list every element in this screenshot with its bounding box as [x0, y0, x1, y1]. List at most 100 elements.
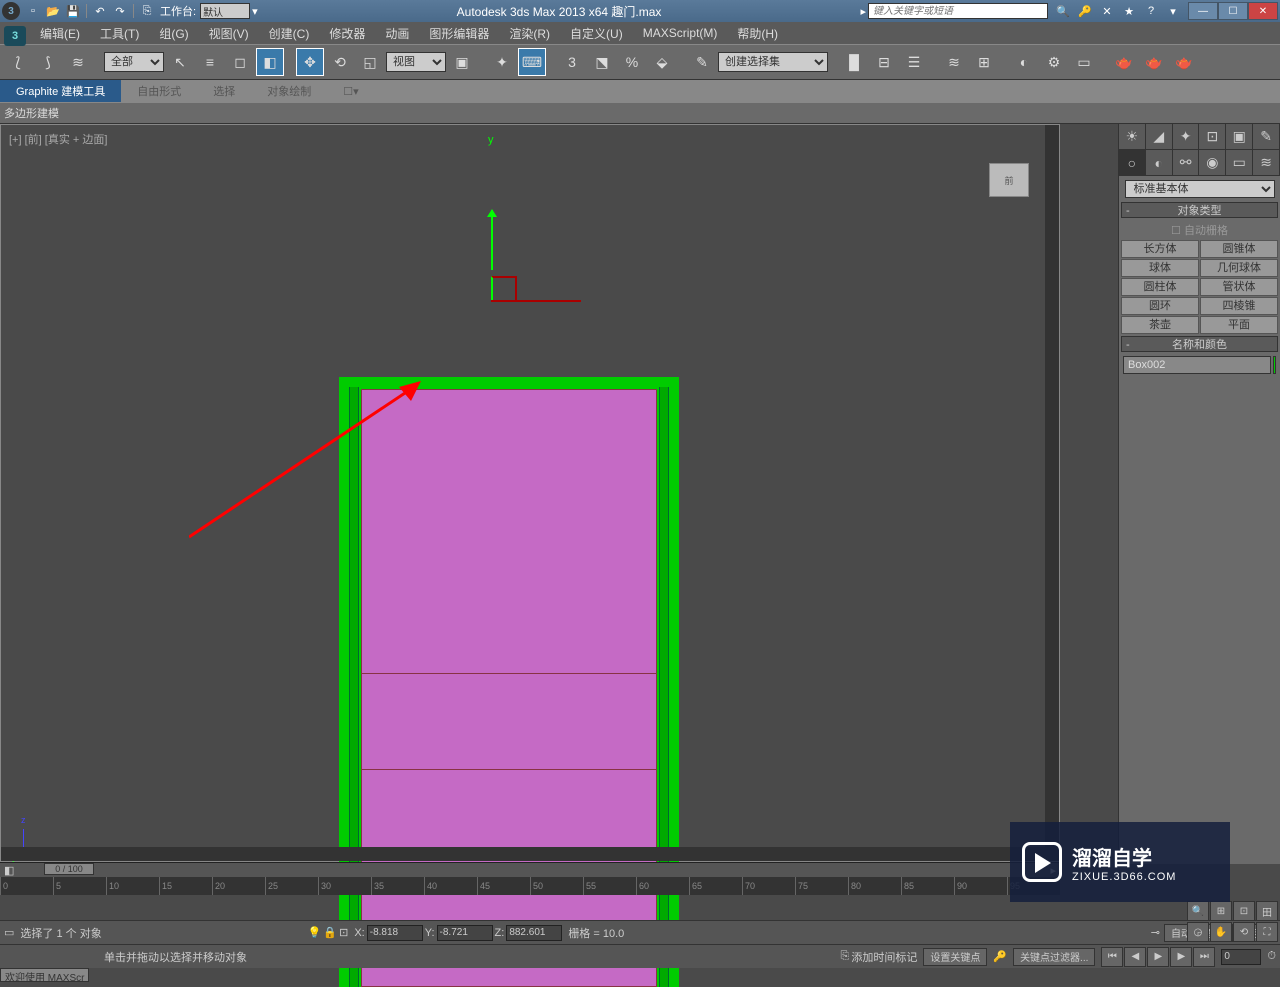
menu-modifiers[interactable]: 修改器 [319, 22, 375, 45]
render-setup-icon[interactable]: ⚙ [1040, 48, 1068, 76]
app-logo-icon[interactable]: 3 [2, 2, 20, 20]
gizmo-y-axis[interactable]: y [491, 210, 493, 270]
keymode-icon[interactable]: ⊸ [1151, 926, 1160, 939]
percent-snap-icon[interactable]: % [618, 48, 646, 76]
maxscript-mini-icon[interactable]: ▭ [4, 926, 14, 939]
menu-edit[interactable]: 编辑(E) [30, 22, 90, 45]
link-icon[interactable]: ⎘ [138, 2, 156, 20]
help-icon[interactable]: ? [1142, 2, 1160, 20]
schematic-view-icon[interactable]: ⊞ [970, 48, 998, 76]
zoom-all-icon[interactable]: ⊞ [1210, 901, 1232, 921]
unlink-icon[interactable]: ⟆ [34, 48, 62, 76]
plane-button[interactable]: 平面 [1200, 316, 1278, 334]
cone-button[interactable]: 圆锥体 [1200, 240, 1278, 258]
pyramid-button[interactable]: 四棱锥 [1200, 297, 1278, 315]
render-last-icon[interactable]: 🫖 [1170, 48, 1198, 76]
x-coord-input[interactable] [367, 925, 423, 941]
named-selection-dropdown[interactable]: 创建选择集 [718, 52, 828, 72]
save-icon[interactable]: 💾 [64, 2, 82, 20]
redo-icon[interactable]: ↷ [111, 2, 129, 20]
modify-tab-icon[interactable]: ◐ [1146, 150, 1173, 175]
keyfilter-button[interactable]: 关键点过滤器... [1013, 948, 1095, 966]
mirror-icon[interactable]: ▐▌ [840, 48, 868, 76]
ribbon-tab-freeform[interactable]: 自由形式 [121, 80, 197, 102]
keyboard-shortcut-icon[interactable]: ⌨ [518, 48, 546, 76]
object-name-input[interactable] [1123, 356, 1271, 374]
menu-tools[interactable]: 工具(T) [90, 22, 149, 45]
open-icon[interactable]: 📂 [44, 2, 62, 20]
select-name-icon[interactable]: ≡ [196, 48, 224, 76]
pivot-icon[interactable]: ▣ [448, 48, 476, 76]
tube-button[interactable]: 管状体 [1200, 278, 1278, 296]
timeline-left-icon[interactable]: ◧ [4, 864, 14, 877]
edit-named-sel-icon[interactable]: ✎ [688, 48, 716, 76]
utilities-tab-icon[interactable]: ≋ [1253, 150, 1280, 175]
lock-icon[interactable]: 🔒 [323, 926, 337, 939]
goto-end-icon[interactable]: ⏭ [1193, 947, 1215, 967]
gizmo-x-axis[interactable] [491, 300, 581, 302]
key-big-icon[interactable]: 🔑 [993, 950, 1007, 963]
star-icon[interactable]: ★ [1120, 2, 1138, 20]
key-icon[interactable]: 🔑 [1076, 2, 1094, 20]
ribbon-tab-paint[interactable]: 对象绘制 [251, 80, 327, 102]
viewcube[interactable]: 前 [979, 155, 1039, 205]
snap-toggle-icon[interactable]: 3 [558, 48, 586, 76]
minimize-button[interactable]: — [1188, 2, 1218, 20]
z-coord-input[interactable] [506, 925, 562, 941]
create-tab-icon[interactable]: ○ [1119, 150, 1146, 175]
bind-spacewarp-icon[interactable]: ≋ [64, 48, 92, 76]
fov-icon[interactable]: ◶ [1187, 922, 1209, 942]
current-frame-input[interactable] [1221, 949, 1261, 965]
next-frame-icon[interactable]: ▶ [1170, 947, 1192, 967]
sphere-button[interactable]: 球体 [1121, 259, 1199, 277]
window-crossing-icon[interactable]: ◧ [256, 48, 284, 76]
render-iterative-icon[interactable]: 🫖 [1140, 48, 1168, 76]
maximize-viewport-icon[interactable]: ⛶ [1256, 922, 1278, 942]
shading-sky-icon[interactable]: ◢ [1146, 124, 1173, 149]
add-time-tag[interactable]: 添加时间标记 [851, 949, 917, 965]
menu-help[interactable]: 帮助(H) [727, 22, 788, 45]
curve-editor-icon[interactable]: ≋ [940, 48, 968, 76]
binoculars-icon[interactable]: 🔍 [1054, 2, 1072, 20]
menu-views[interactable]: 视图(V) [199, 22, 259, 45]
motion-tab-icon[interactable]: ◉ [1199, 150, 1226, 175]
zoom-extents-icon[interactable]: ⊡ [1233, 901, 1255, 921]
undo-icon[interactable]: ↶ [91, 2, 109, 20]
scale-icon[interactable]: ◱ [356, 48, 384, 76]
zoom-icon[interactable]: 🔍 [1187, 901, 1209, 921]
viewport-scrollbar-v[interactable] [1045, 125, 1059, 861]
viewport-scrollbar-h[interactable] [1, 847, 1059, 861]
align-icon[interactable]: ⊟ [870, 48, 898, 76]
close-button[interactable]: ✕ [1248, 2, 1278, 20]
goto-start-icon[interactable]: ⏮ [1101, 947, 1123, 967]
door-panel-object[interactable] [361, 389, 657, 987]
isolate-icon[interactable]: ⊡ [339, 926, 348, 939]
pan-icon[interactable]: ✋ [1210, 922, 1232, 942]
shading-frame-icon[interactable]: ▣ [1226, 124, 1253, 149]
workspace-dropdown[interactable] [200, 3, 250, 19]
ribbon-collapse-icon[interactable]: ☐▾ [327, 80, 374, 102]
hierarchy-tab-icon[interactable]: ⚯ [1173, 150, 1200, 175]
object-color-swatch[interactable] [1273, 356, 1276, 374]
ribbon-tab-selection[interactable]: 选择 [197, 80, 251, 102]
select-region-icon[interactable]: ◻ [226, 48, 254, 76]
time-slider[interactable]: 0 / 100 [44, 863, 94, 875]
layers-icon[interactable]: ☰ [900, 48, 928, 76]
time-ruler[interactable]: 0 5 10 15 20 25 30 35 40 45 50 55 60 65 … [0, 877, 1060, 895]
render-production-icon[interactable]: 🫖 [1110, 48, 1138, 76]
app-menu-icon[interactable]: 3 [4, 26, 26, 46]
prev-frame-icon[interactable]: ◀ [1124, 947, 1146, 967]
y-coord-input[interactable] [437, 925, 493, 941]
menu-maxscript[interactable]: MAXScript(M) [633, 23, 728, 43]
torus-button[interactable]: 圆环 [1121, 297, 1199, 315]
select-link-icon[interactable]: ⟅ [4, 48, 32, 76]
shading-sun-icon[interactable]: ☀ [1119, 124, 1146, 149]
menu-customize[interactable]: 自定义(U) [560, 22, 633, 45]
menu-animation[interactable]: 动画 [375, 22, 419, 45]
rotate-icon[interactable]: ⟲ [326, 48, 354, 76]
setkey-button[interactable]: 设置关键点 [923, 948, 987, 966]
time-config-icon[interactable]: ⏱ [1267, 950, 1276, 963]
menu-rendering[interactable]: 渲染(R) [499, 22, 560, 45]
menu-create[interactable]: 创建(C) [259, 22, 320, 45]
maximize-button[interactable]: ☐ [1218, 2, 1248, 20]
